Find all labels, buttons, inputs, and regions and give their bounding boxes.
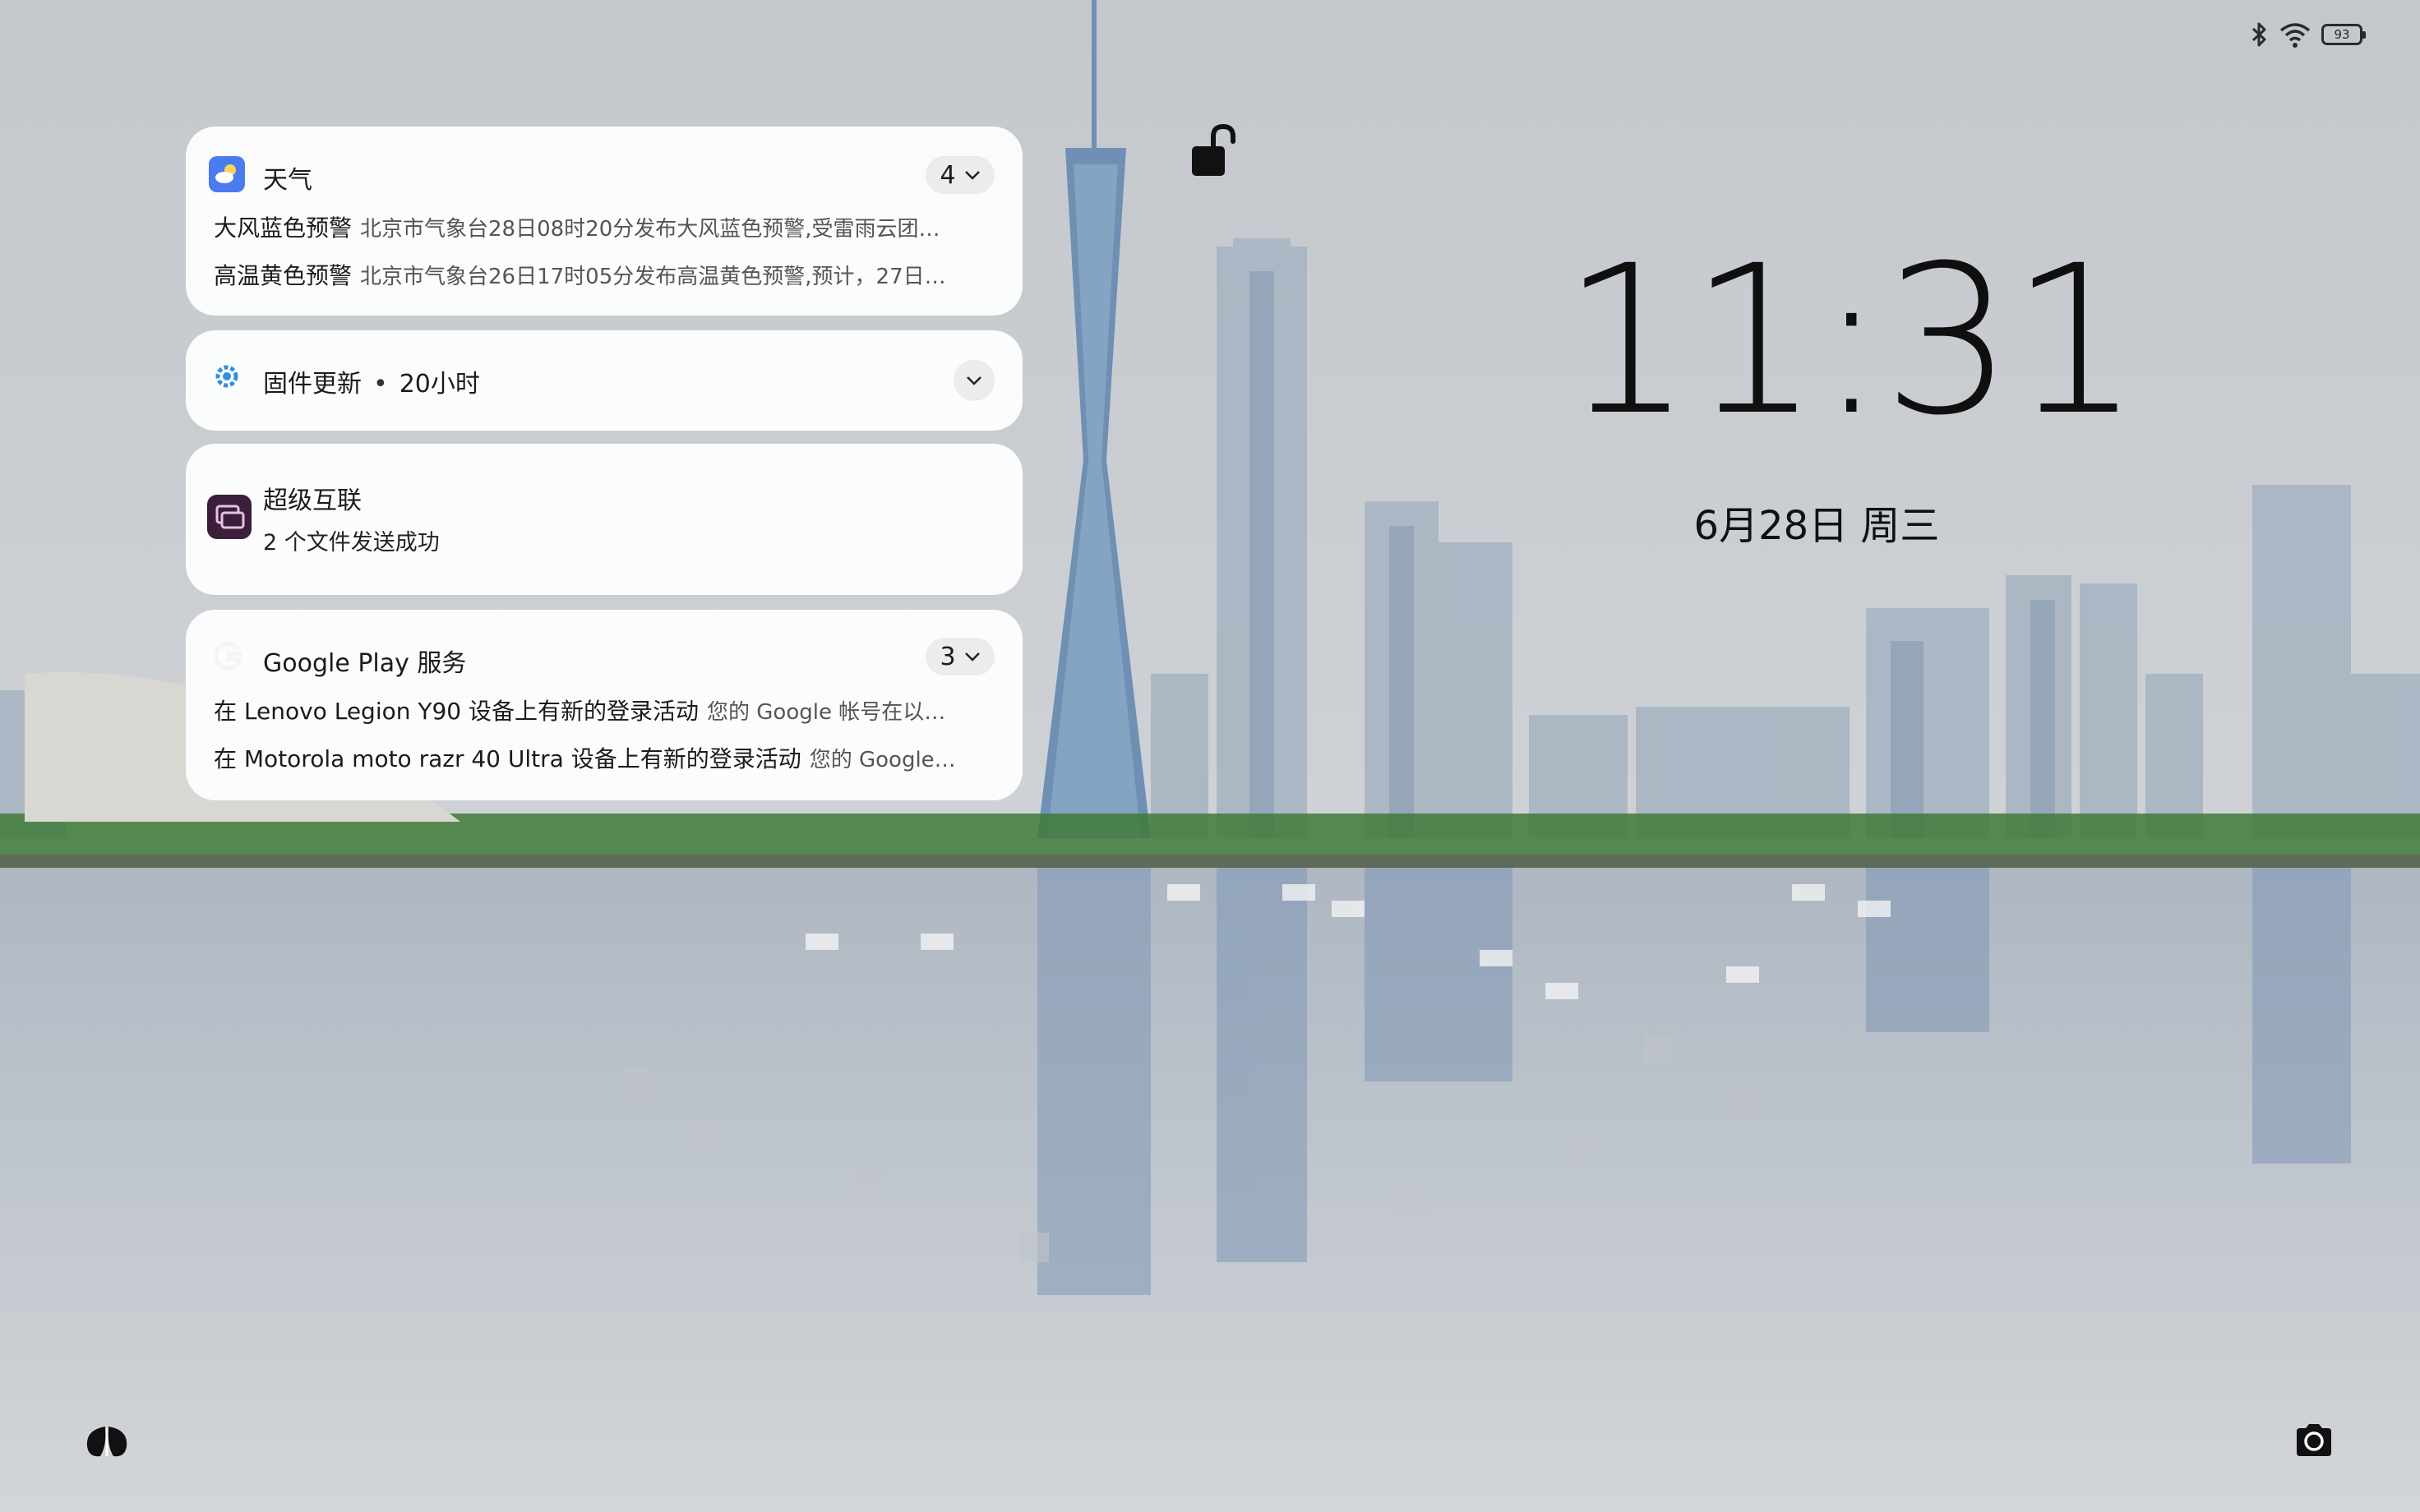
firmware-time: 20小时 <box>399 370 480 399</box>
notification-google-play[interactable]: Google Play 服务 3 在 Lenovo Legion Y90 设备上… <box>186 610 1023 800</box>
firmware-expand-button[interactable] <box>954 360 995 401</box>
weather-alert-1[interactable]: 大风蓝色预警 北京市气象台28日08时20分发布大风蓝色预警,受雷雨云团… <box>214 210 995 243</box>
google-play-item-1-body: 您的 Google 帐号在以… <box>707 700 946 725</box>
battery-icon: 93 <box>2321 24 2366 45</box>
super-link-app-icon <box>207 495 252 539</box>
google-play-services-icon <box>213 641 243 671</box>
weather-alert-2-title: 高温黄色预警 <box>214 262 353 289</box>
bluetooth-icon <box>2251 22 2266 47</box>
leaf-assistant-icon[interactable] <box>82 1422 132 1461</box>
weather-alert-2[interactable]: 高温黄色预警 北京市气象台26日17时05分发布高温黄色预警,预计，27日… <box>214 258 995 291</box>
weather-count: 4 <box>940 160 956 190</box>
lockscreen-time: 11:31 <box>1562 221 2141 460</box>
google-play-item-2[interactable]: 在 Motorola moto razr 40 Ultra 设备上有新的登录活动… <box>214 741 995 774</box>
status-bar: 93 <box>2251 20 2366 49</box>
super-link-app-name: 超级互联 <box>263 486 362 515</box>
weather-alert-2-body: 北京市气象台26日17时05分发布高温黄色预警,预计，27日… <box>360 265 946 289</box>
wifi-icon <box>2279 23 2311 48</box>
firmware-update-icon <box>215 365 238 388</box>
weather-app-icon <box>209 156 245 192</box>
chevron-down-icon <box>967 376 981 385</box>
notification-weather[interactable]: 天气 4 大风蓝色预警 北京市气象台28日08时20分发布大风蓝色预警,受雷雨云团… <box>186 127 1023 316</box>
google-play-item-2-title: 在 Motorola moto razr 40 Ultra 设备上有新的登录活动 <box>214 745 801 772</box>
notification-super-link[interactable]: 超级互联 2 个文件发送成功 <box>186 444 1023 595</box>
chevron-down-icon <box>964 171 980 180</box>
weather-expand-button[interactable]: 4 <box>926 156 995 194</box>
notification-firmware-update[interactable]: 固件更新 • 20小时 <box>186 330 1023 431</box>
unlocked-padlock-icon[interactable] <box>1189 123 1251 186</box>
lockscreen-date: 6月28日 周三 <box>1693 503 1940 549</box>
weather-alert-1-body: 北京市气象台28日08时20分发布大风蓝色预警,受雷雨云团… <box>360 217 940 242</box>
weather-alert-1-title: 大风蓝色预警 <box>214 214 353 242</box>
google-play-item-2-body: 您的 Google… <box>809 748 956 772</box>
battery-level: 93 <box>2334 27 2350 42</box>
super-link-message: 2 个文件发送成功 <box>263 530 440 555</box>
google-play-item-1-title: 在 Lenovo Legion Y90 设备上有新的登录活动 <box>214 698 700 725</box>
google-play-app-name: Google Play 服务 <box>263 649 467 678</box>
google-play-count: 3 <box>940 642 956 671</box>
firmware-app-name: 固件更新 <box>263 370 362 399</box>
google-play-item-1[interactable]: 在 Lenovo Legion Y90 设备上有新的登录活动 您的 Google … <box>214 694 995 726</box>
weather-app-name: 天气 <box>263 166 312 195</box>
firmware-update-title: 固件更新 • 20小时 <box>263 370 480 399</box>
google-play-expand-button[interactable]: 3 <box>926 638 995 675</box>
chevron-down-icon <box>964 652 980 662</box>
camera-icon[interactable] <box>2293 1422 2335 1458</box>
